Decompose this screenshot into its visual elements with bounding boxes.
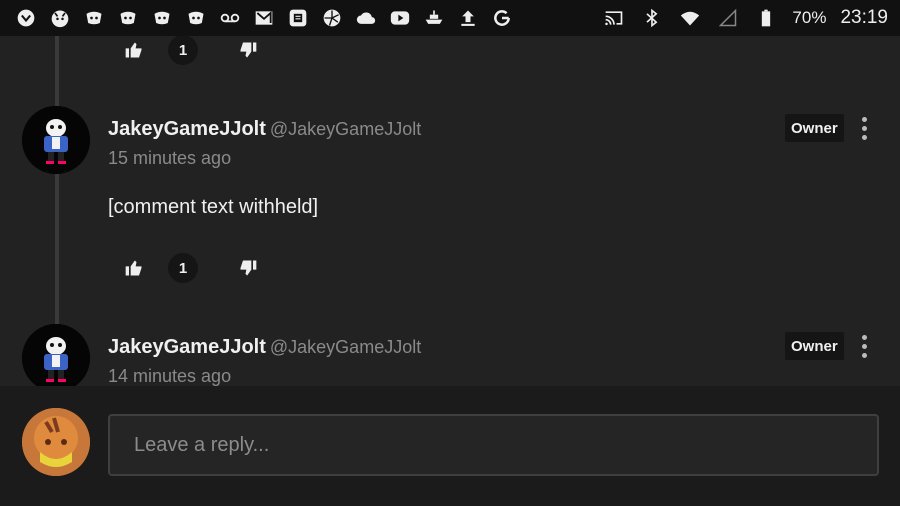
discord-icon	[150, 7, 174, 29]
bluetooth-icon	[640, 7, 664, 29]
more-options-icon[interactable]	[852, 113, 876, 143]
vote-count: 1	[168, 36, 198, 65]
comment-timestamp: 15 minutes ago	[108, 148, 232, 168]
reply-bar	[0, 386, 900, 506]
discord-icon	[116, 7, 140, 29]
ship-icon	[422, 7, 446, 29]
cloud-icon	[354, 7, 378, 29]
discord-icon	[184, 7, 208, 29]
thumbs-up-icon[interactable]	[118, 36, 150, 66]
calendar-icon	[286, 7, 310, 29]
author-name[interactable]: JakeyGameJJolt	[108, 336, 266, 358]
comment-timestamp: 14 minutes ago	[108, 366, 232, 386]
vote-count: 1	[168, 253, 198, 283]
cast-icon	[602, 7, 626, 29]
youtube-icon	[388, 7, 412, 29]
clock: 23:19	[840, 7, 888, 28]
notification-icons	[14, 7, 514, 29]
more-options-icon[interactable]	[852, 331, 876, 361]
author-handle[interactable]: @JakeyGameJJolt	[270, 119, 421, 139]
owner-badge: Owner	[785, 114, 844, 142]
avatar[interactable]	[22, 324, 90, 386]
vote-row: 1	[118, 36, 264, 66]
battery-level: 70%	[792, 8, 827, 27]
reply-input[interactable]	[108, 414, 879, 476]
thumbs-down-icon[interactable]	[232, 36, 264, 66]
comment-author[interactable]: JakeyGameJJolt @JakeyGameJJolt	[108, 118, 421, 141]
wifi-icon	[678, 7, 702, 29]
google-icon	[490, 7, 514, 29]
gmail-icon	[252, 7, 276, 29]
owner-badge: Owner	[785, 332, 844, 360]
voicemail-icon	[218, 7, 242, 29]
author-handle[interactable]: @JakeyGameJJolt	[270, 337, 421, 357]
battery-icon	[754, 7, 778, 29]
cell-signal-icon	[716, 7, 740, 29]
upload-icon	[456, 7, 480, 29]
shield-icon	[14, 7, 38, 29]
comment-author[interactable]: JakeyGameJJolt @JakeyGameJJolt	[108, 336, 421, 359]
author-name[interactable]: JakeyGameJJolt	[108, 118, 266, 140]
avatar[interactable]	[22, 106, 90, 174]
comment-thread[interactable]: 1 JakeyGameJJolt @JakeyGameJJolt 15 minut…	[0, 36, 900, 386]
comment-body: [comment text withheld]	[108, 196, 319, 218]
current-user-avatar[interactable]	[22, 408, 90, 476]
cat-icon	[48, 7, 72, 29]
thumbs-down-icon[interactable]	[232, 252, 264, 284]
vote-row: 1	[118, 252, 264, 284]
aperture-icon	[320, 7, 344, 29]
discord-icon	[82, 7, 106, 29]
status-bar: 70% 23:19	[0, 0, 900, 36]
thumbs-up-icon[interactable]	[118, 252, 150, 284]
system-indicators: 70% 23:19	[602, 7, 888, 29]
